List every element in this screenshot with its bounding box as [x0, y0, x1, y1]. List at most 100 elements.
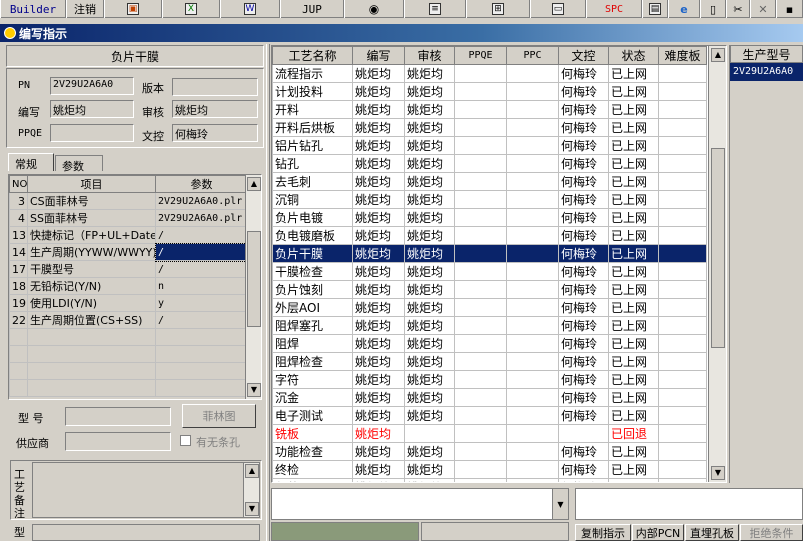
- cell-status[interactable]: 已上网: [608, 460, 659, 479]
- cell-ppc[interactable]: [506, 478, 559, 482]
- param-scrollbar[interactable]: ▲ ▼: [245, 175, 261, 399]
- param-item[interactable]: 生产周期位置(CS+SS): [27, 311, 156, 329]
- cell-status[interactable]: 已上网: [608, 298, 659, 317]
- process-row[interactable]: 开料后烘板 姚炬均 姚炬均 何梅玲 已上网: [272, 118, 707, 137]
- cell-process[interactable]: 流程指示: [272, 64, 353, 83]
- cell-status[interactable]: 已上网: [608, 226, 659, 245]
- cell-status[interactable]: 已上网: [608, 244, 659, 263]
- cell-controller[interactable]: 何梅玲: [558, 316, 609, 335]
- cell-ppqe[interactable]: [454, 154, 507, 173]
- cell-difficulty[interactable]: [658, 172, 707, 191]
- cell-ppqe[interactable]: [454, 388, 507, 407]
- cell-writer[interactable]: 姚炬均: [352, 316, 405, 335]
- cell-ppc[interactable]: [506, 100, 559, 119]
- cell-ppc[interactable]: [506, 406, 559, 425]
- param-value[interactable]: /: [155, 311, 248, 329]
- cell-ppc[interactable]: [506, 370, 559, 389]
- process-row[interactable]: 去毛刺 姚炬均 姚炬均 何梅玲 已上网: [272, 172, 707, 191]
- process-row[interactable]: 计划投料 姚炬均 姚炬均 何梅玲 已上网: [272, 82, 707, 101]
- cell-difficulty[interactable]: [658, 100, 707, 119]
- cell-ppqe[interactable]: [454, 226, 507, 245]
- cell-controller[interactable]: 何梅玲: [558, 136, 609, 155]
- cell-writer[interactable]: 姚炬均: [352, 244, 405, 263]
- param-value[interactable]: n: [155, 277, 248, 295]
- close-button[interactable]: ✕: [750, 0, 776, 18]
- param-item[interactable]: 使用LDI(Y/N): [27, 294, 156, 312]
- reviewer-field[interactable]: 姚炬均: [172, 100, 258, 118]
- cell-ppqe[interactable]: [454, 370, 507, 389]
- cell-process[interactable]: 外层AOI: [272, 298, 353, 317]
- param-no[interactable]: 18: [9, 277, 28, 295]
- cell-ppqe[interactable]: [454, 460, 507, 479]
- cell-difficulty[interactable]: [658, 118, 707, 137]
- cell-process[interactable]: 计划投料: [272, 82, 353, 101]
- cell-reviewer[interactable]: [404, 424, 455, 443]
- param-value[interactable]: /: [155, 226, 248, 244]
- cell-reviewer[interactable]: 姚炬均: [404, 244, 455, 263]
- cell-process[interactable]: 电子测试: [272, 406, 353, 425]
- process-row[interactable]: 阻焊 姚炬均 姚炬均 何梅玲 已上网: [272, 334, 707, 353]
- cell-status[interactable]: 已上网: [608, 316, 659, 335]
- col-header-ppc[interactable]: PPC: [506, 46, 559, 65]
- param-item[interactable]: 干膜型号: [27, 260, 156, 278]
- note-scroll-down-icon[interactable]: ▼: [245, 502, 259, 516]
- cell-controller[interactable]: 何梅玲: [558, 100, 609, 119]
- process-row[interactable]: 开料 姚炬均 姚炬均 何梅玲 已上网: [272, 100, 707, 119]
- param-item[interactable]: 生产周期(YYWW/WWYY): [27, 243, 156, 261]
- bottom-type-field[interactable]: [32, 524, 260, 541]
- process-combo[interactable]: ▼: [271, 488, 569, 520]
- cell-process[interactable]: 功能检查: [272, 442, 353, 461]
- cell-status[interactable]: 已上网: [608, 136, 659, 155]
- cell-controller[interactable]: 何梅玲: [558, 280, 609, 299]
- cell-reviewer[interactable]: 姚炬均: [404, 100, 455, 119]
- reject-condition-button[interactable]: 拒绝条件: [740, 524, 803, 541]
- process-row[interactable]: 字符 姚炬均 姚炬均 何梅玲 已上网: [272, 370, 707, 389]
- cell-status[interactable]: 已上网: [608, 82, 659, 101]
- param-no[interactable]: 17: [9, 260, 28, 278]
- param-header-no[interactable]: NO: [9, 175, 28, 193]
- process-row[interactable]: 包装姚炬均姚炬均何梅玲已上网: [272, 478, 707, 482]
- scroll-down-icon[interactable]: ▼: [247, 383, 261, 397]
- param-row[interactable]: 19 使用LDI(Y/N) y: [9, 294, 248, 312]
- cell-ppqe[interactable]: [454, 136, 507, 155]
- cell-ppc[interactable]: [506, 460, 559, 479]
- cell-status[interactable]: 已上网: [608, 406, 659, 425]
- cell-ppc[interactable]: [506, 208, 559, 227]
- cell-process[interactable]: 包装: [272, 478, 353, 482]
- cell-writer[interactable]: 姚炬均: [352, 262, 405, 281]
- cell-status[interactable]: 已上网: [608, 118, 659, 137]
- cell-writer[interactable]: 姚炬均: [352, 442, 405, 461]
- cell-process[interactable]: 负片蚀刻: [272, 280, 353, 299]
- cell-process[interactable]: 负电镀磨板: [272, 226, 353, 245]
- scroll-thumb[interactable]: [247, 231, 261, 327]
- cell-ppqe[interactable]: [454, 172, 507, 191]
- cell-difficulty[interactable]: [658, 442, 707, 461]
- cell-status[interactable]: 已上网: [608, 388, 659, 407]
- scroll-up-icon[interactable]: ▲: [247, 177, 261, 191]
- cell-difficulty[interactable]: [658, 154, 707, 173]
- param-value[interactable]: 2V29U2A6A0.plr: [155, 209, 248, 227]
- cell-ppc[interactable]: [506, 316, 559, 335]
- process-row[interactable]: 沉铜 姚炬均 姚炬均 何梅玲 已上网: [272, 190, 707, 209]
- cell-controller[interactable]: 何梅玲: [558, 154, 609, 173]
- param-value[interactable]: /: [154, 242, 249, 262]
- cell-process[interactable]: 铝片钻孔: [272, 136, 353, 155]
- cell-writer[interactable]: 姚炬均: [352, 388, 405, 407]
- cell-ppc[interactable]: [506, 82, 559, 101]
- cell-ppqe[interactable]: [454, 244, 507, 263]
- save-button[interactable]: ▪: [776, 0, 803, 18]
- cell-ppc[interactable]: [506, 118, 559, 137]
- cell-status[interactable]: 已回退: [608, 424, 659, 443]
- note-input[interactable]: [575, 488, 803, 520]
- cell-writer[interactable]: 姚炬均: [352, 100, 405, 119]
- cell-process[interactable]: 阻焊: [272, 334, 353, 353]
- param-item[interactable]: 快捷标记（FP+UL+DateC: [27, 226, 156, 244]
- cell-controller[interactable]: 何梅玲: [558, 262, 609, 281]
- excel-button[interactable]: X: [162, 0, 220, 18]
- param-row[interactable]: 14 生产周期(YYWW/WWYY) /: [9, 242, 249, 262]
- cell-difficulty[interactable]: [658, 406, 707, 425]
- process-row[interactable]: 外层AOI 姚炬均 姚炬均 何梅玲 已上网: [272, 298, 707, 317]
- param-no[interactable]: 4: [9, 209, 28, 227]
- cell-status[interactable]: 已上网: [608, 172, 659, 191]
- cell-writer[interactable]: 姚炬均: [352, 208, 405, 227]
